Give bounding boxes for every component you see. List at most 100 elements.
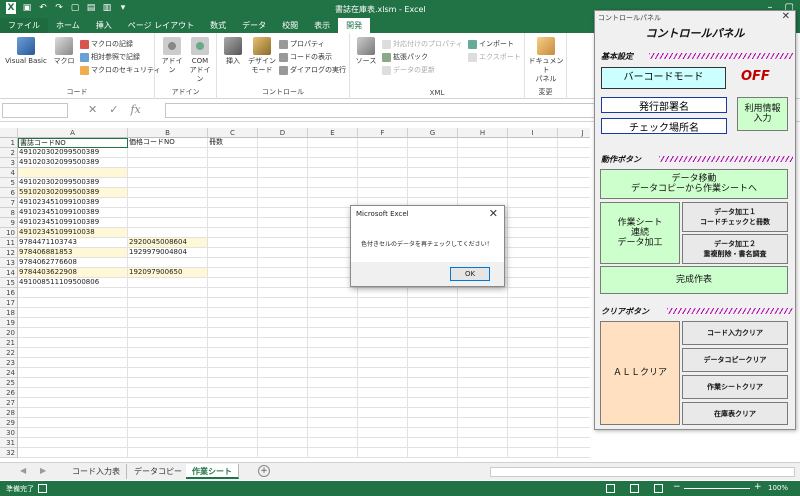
table-cell[interactable] <box>258 378 308 388</box>
table-cell[interactable] <box>558 408 590 418</box>
data-process-2-button[interactable]: データ加工２ 重複削除・書名調査 <box>682 234 788 264</box>
zoom-slider[interactable] <box>684 488 750 489</box>
table-cell[interactable] <box>18 448 128 458</box>
table-cell[interactable] <box>18 308 128 318</box>
table-cell[interactable] <box>18 398 128 408</box>
table-cell[interactable] <box>508 308 558 318</box>
row-header[interactable]: 21 <box>0 338 18 348</box>
addin-button[interactable]: アドイン <box>159 37 185 75</box>
table-cell[interactable] <box>258 208 308 218</box>
table-cell[interactable] <box>408 358 458 368</box>
work-sheet-clear-button[interactable]: 作業シートクリア <box>682 375 788 399</box>
table-cell[interactable] <box>128 318 208 328</box>
row-header[interactable]: 15 <box>0 278 18 288</box>
run-dialog-button[interactable]: ダイアログの実行 <box>279 65 346 75</box>
table-cell[interactable] <box>558 248 590 258</box>
table-cell[interactable] <box>408 398 458 408</box>
table-cell[interactable] <box>308 328 358 338</box>
table-cell[interactable] <box>358 348 408 358</box>
sheet-tab-data-copy[interactable]: データコピー <box>128 464 189 479</box>
table-cell[interactable] <box>508 238 558 248</box>
table-cell[interactable] <box>128 418 208 428</box>
table-cell[interactable] <box>408 178 458 188</box>
table-cell[interactable] <box>308 168 358 178</box>
table-cell[interactable] <box>258 358 308 368</box>
table-cell[interactable] <box>558 268 590 278</box>
table-cell[interactable] <box>458 178 508 188</box>
table-cell[interactable] <box>128 428 208 438</box>
table-cell[interactable] <box>208 198 258 208</box>
table-cell[interactable] <box>128 438 208 448</box>
table-cell[interactable] <box>558 328 590 338</box>
table-cell[interactable] <box>208 408 258 418</box>
table-cell[interactable] <box>458 448 508 458</box>
table-cell[interactable] <box>558 158 590 168</box>
map-properties-button[interactable]: 対応付けのプロパティ <box>382 39 463 49</box>
macro-record-icon[interactable] <box>38 484 47 493</box>
table-cell[interactable] <box>408 448 458 458</box>
table-cell[interactable] <box>558 358 590 368</box>
table-cell[interactable] <box>558 318 590 328</box>
table-cell[interactable] <box>208 308 258 318</box>
open-folder-icon[interactable]: ▤ <box>86 2 96 14</box>
table-cell[interactable] <box>128 448 208 458</box>
table-cell[interactable] <box>408 308 458 318</box>
table-cell[interactable] <box>258 218 308 228</box>
formula-input[interactable] <box>165 103 595 118</box>
table-cell[interactable] <box>458 288 508 298</box>
column-header[interactable]: D <box>258 128 308 138</box>
table-cell[interactable] <box>458 358 508 368</box>
design-mode-button[interactable]: デザイン モード <box>247 37 277 75</box>
table-cell[interactable] <box>408 188 458 198</box>
table-cell[interactable] <box>208 418 258 428</box>
com-addin-button[interactable]: COM アドイン <box>187 37 213 84</box>
table-cell[interactable] <box>18 388 128 398</box>
table-cell[interactable] <box>308 298 358 308</box>
table-cell[interactable] <box>408 408 458 418</box>
table-cell[interactable] <box>128 228 208 238</box>
table-cell[interactable] <box>308 148 358 158</box>
row-header[interactable]: 10 <box>0 228 18 238</box>
barcode-mode-button[interactable]: バーコードモード <box>601 67 726 89</box>
table-cell[interactable]: 書誌コードNO <box>18 138 128 148</box>
table-cell[interactable] <box>358 418 408 428</box>
table-cell[interactable] <box>308 318 358 328</box>
row-header[interactable]: 13 <box>0 258 18 268</box>
enter-icon[interactable]: ✓ <box>109 103 118 116</box>
table-cell[interactable] <box>558 148 590 158</box>
table-cell[interactable] <box>458 328 508 338</box>
table-cell[interactable] <box>558 238 590 248</box>
column-header[interactable]: H <box>458 128 508 138</box>
table-cell[interactable] <box>558 418 590 428</box>
table-cell[interactable] <box>308 378 358 388</box>
table-cell[interactable] <box>508 188 558 198</box>
table-cell[interactable] <box>508 198 558 208</box>
column-header[interactable]: F <box>358 128 408 138</box>
table-cell[interactable] <box>358 298 408 308</box>
table-cell[interactable] <box>408 438 458 448</box>
add-sheet-icon[interactable]: + <box>258 465 270 477</box>
table-cell[interactable] <box>208 188 258 198</box>
view-code-button[interactable]: コードの表示 <box>279 52 332 62</box>
row-header[interactable]: 17 <box>0 298 18 308</box>
table-cell[interactable]: 9784068818​53 <box>18 248 128 258</box>
table-cell[interactable] <box>558 448 590 458</box>
table-cell[interactable] <box>408 348 458 358</box>
table-cell[interactable]: 491008511109500806 <box>18 278 128 288</box>
table-cell[interactable]: 491023451099100389 <box>18 218 128 228</box>
table-cell[interactable] <box>408 298 458 308</box>
table-cell[interactable] <box>258 138 308 148</box>
table-cell[interactable] <box>508 368 558 378</box>
table-cell[interactable] <box>258 148 308 158</box>
all-clear-button[interactable]: ＡＬＬクリア <box>600 321 680 425</box>
table-cell[interactable] <box>358 288 408 298</box>
table-cell[interactable] <box>358 368 408 378</box>
tab-developer[interactable]: 開発 <box>338 18 371 33</box>
table-cell[interactable]: 9784062776608 <box>18 258 128 268</box>
table-cell[interactable] <box>558 378 590 388</box>
table-cell[interactable] <box>458 158 508 168</box>
tab-data[interactable]: データ <box>234 18 274 33</box>
table-cell[interactable] <box>508 448 558 458</box>
table-cell[interactable] <box>508 348 558 358</box>
table-cell[interactable] <box>258 158 308 168</box>
